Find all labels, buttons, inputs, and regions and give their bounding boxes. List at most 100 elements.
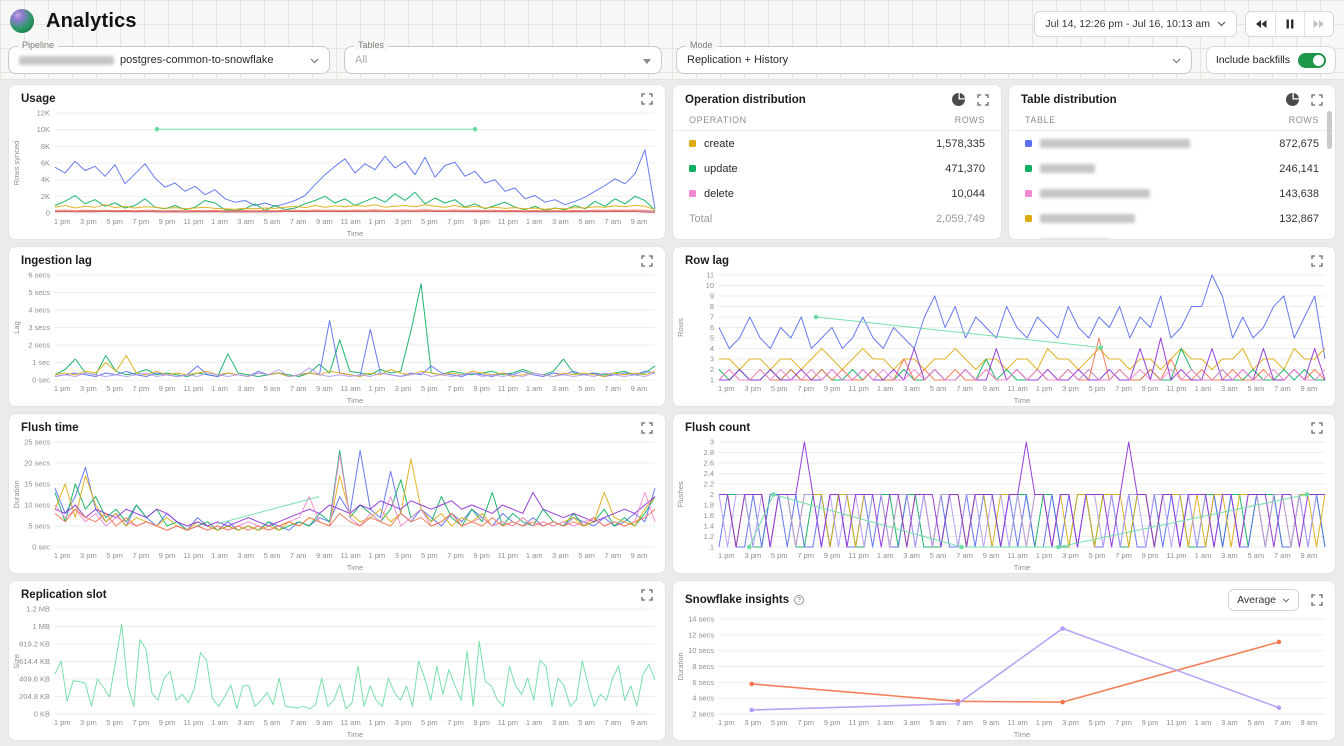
svg-text:2: 2 — [710, 490, 714, 499]
svg-text:5 pm: 5 pm — [771, 384, 788, 393]
svg-text:11 am: 11 am — [1007, 551, 1027, 560]
series-color-swatch — [1025, 140, 1032, 147]
svg-text:11 pm: 11 pm — [1166, 718, 1186, 727]
expand-button[interactable] — [1311, 94, 1323, 106]
svg-text:3 am: 3 am — [903, 551, 920, 560]
svg-text:3 am: 3 am — [552, 384, 569, 393]
expand-button[interactable] — [1311, 422, 1323, 434]
mode-select[interactable]: Mode Replication + History — [676, 46, 1192, 74]
redacted-pipeline-prefix — [19, 56, 114, 65]
row-value: 1,578,335 — [936, 138, 985, 150]
svg-text:3 am: 3 am — [903, 384, 920, 393]
svg-text:9 am: 9 am — [631, 384, 648, 393]
expand-icon — [1311, 422, 1323, 434]
pie-chart-toggle-button[interactable] — [952, 93, 965, 106]
svg-text:9 am: 9 am — [1301, 384, 1318, 393]
svg-text:Time: Time — [1014, 563, 1030, 572]
svg-text:3 am: 3 am — [237, 718, 254, 727]
svg-text:11 am: 11 am — [1007, 384, 1027, 393]
svg-text:9 am: 9 am — [1301, 718, 1318, 727]
expand-button[interactable] — [1311, 255, 1323, 267]
svg-text:7 pm: 7 pm — [133, 718, 150, 727]
question-circle-icon[interactable]: ? — [794, 595, 804, 605]
svg-text:3 pm: 3 pm — [395, 551, 412, 560]
card-title: Snowflake insights — [685, 594, 789, 606]
include-backfills-toggle[interactable] — [1298, 53, 1326, 68]
expand-button[interactable] — [1311, 594, 1323, 606]
svg-text:11 am: 11 am — [340, 718, 360, 727]
svg-text:5 am: 5 am — [264, 551, 281, 560]
svg-text:1 am: 1 am — [211, 718, 228, 727]
svg-text:2.6: 2.6 — [704, 459, 714, 468]
svg-text:1: 1 — [710, 543, 714, 552]
svg-text:1 pm: 1 pm — [718, 384, 735, 393]
card-title: Flush count — [685, 422, 750, 434]
filter-bar: Pipeline postgres-common-to-snowflake Ta… — [8, 46, 1336, 74]
expand-button[interactable] — [641, 422, 653, 434]
mode-select-label: Mode — [686, 40, 717, 50]
svg-text:9 pm: 9 pm — [473, 217, 490, 226]
svg-text:3 pm: 3 pm — [395, 217, 412, 226]
expand-icon — [641, 589, 653, 601]
svg-text:9 am: 9 am — [631, 551, 648, 560]
rewind-button[interactable] — [1246, 12, 1275, 36]
svg-text:3 am: 3 am — [552, 551, 569, 560]
svg-text:1 pm: 1 pm — [1036, 384, 1053, 393]
card-title: Replication slot — [21, 589, 107, 601]
expand-button[interactable] — [977, 94, 989, 106]
scrollbar-thumb[interactable] — [1327, 111, 1332, 149]
svg-text:3 pm: 3 pm — [1062, 718, 1079, 727]
svg-text:2: 2 — [710, 365, 714, 374]
svg-text:9 pm: 9 pm — [1142, 718, 1159, 727]
flush-time-card: Flush time 0 sec5 secs10 secs15 secs20 s… — [8, 413, 666, 574]
svg-text:5 pm: 5 pm — [771, 551, 788, 560]
expand-button[interactable] — [641, 93, 653, 105]
pipeline-select[interactable]: Pipeline postgres-common-to-snowflake — [8, 46, 330, 74]
fast-forward-button[interactable] — [1304, 12, 1333, 36]
series-color-swatch — [689, 140, 696, 147]
svg-text:11 pm: 11 pm — [498, 217, 518, 226]
date-range-value: Jul 14, 12:26 pm - Jul 16, 10:13 am — [1045, 18, 1210, 30]
svg-text:7 pm: 7 pm — [1115, 384, 1132, 393]
mode-select-value: Replication + History — [687, 54, 788, 66]
svg-text:8K: 8K — [41, 142, 50, 151]
svg-text:1 am: 1 am — [877, 384, 894, 393]
chevron-down-icon — [1217, 21, 1226, 27]
ingestion-lag-card: Ingestion lag 0 sec1 sec2 secs3 secs4 se… — [8, 246, 666, 407]
svg-text:819.2 KB: 819.2 KB — [19, 640, 50, 649]
aggregate-select[interactable]: Average — [1228, 589, 1299, 611]
svg-text:5 pm: 5 pm — [1089, 384, 1106, 393]
include-backfills-label: Include backfills — [1216, 54, 1290, 66]
usage-chart: 02K4K6K8K10K12KRows synced1 pm3 pm5 pm7 … — [9, 107, 665, 239]
row-value: 872,675 — [1279, 138, 1319, 150]
pie-chart-toggle-button[interactable] — [1286, 93, 1299, 106]
tables-select[interactable]: Tables All — [344, 46, 662, 74]
svg-text:11 pm: 11 pm — [1166, 384, 1186, 393]
expand-button[interactable] — [641, 255, 653, 267]
svg-text:5 am: 5 am — [264, 217, 281, 226]
svg-text:0 sec: 0 sec — [32, 543, 50, 552]
table-row: 246,141 — [1009, 156, 1335, 181]
svg-text:7 am: 7 am — [604, 718, 621, 727]
svg-text:10: 10 — [706, 281, 714, 290]
svg-text:3 pm: 3 pm — [1062, 551, 1079, 560]
replication-slot-chart: 0 KB204.8 KB409.6 KB614.4 KB819.2 KB1 MB… — [9, 603, 665, 740]
include-backfills-control: Include backfills — [1206, 46, 1336, 74]
pause-button[interactable] — [1275, 12, 1304, 36]
svg-text:5 pm: 5 pm — [106, 718, 123, 727]
svg-text:9 pm: 9 pm — [824, 718, 841, 727]
svg-text:3 am: 3 am — [237, 551, 254, 560]
series-color-swatch — [689, 165, 696, 172]
row-value: 143,638 — [1279, 188, 1319, 200]
svg-text:4: 4 — [710, 344, 714, 353]
svg-text:11 pm: 11 pm — [183, 217, 203, 226]
svg-text:5 pm: 5 pm — [1089, 551, 1106, 560]
table-row: create1,578,335 — [673, 131, 1001, 156]
svg-text:7 pm: 7 pm — [447, 217, 464, 226]
svg-text:7 pm: 7 pm — [797, 384, 814, 393]
svg-text:1.6: 1.6 — [704, 511, 714, 520]
svg-text:3 am: 3 am — [903, 718, 920, 727]
date-range-picker[interactable]: Jul 14, 12:26 pm - Jul 16, 10:13 am — [1034, 11, 1237, 37]
expand-button[interactable] — [641, 589, 653, 601]
svg-text:5 am: 5 am — [930, 718, 947, 727]
